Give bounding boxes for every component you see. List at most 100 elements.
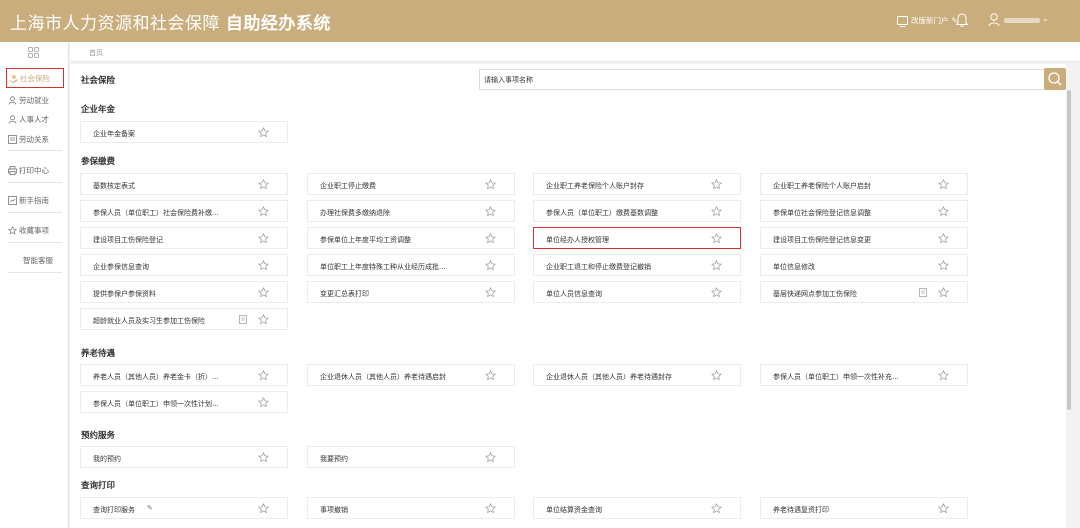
service-card[interactable]: 企业参保信息查询 [80,254,288,276]
service-card[interactable]: 参保人员（单位职工）申领一次性补充... [760,364,968,386]
service-card[interactable]: 企业退休人员（其他人员）养老待遇启封 [307,364,515,386]
user-name-masked[interactable] [1004,18,1040,23]
sidebar-divider [8,272,62,273]
search-input[interactable] [480,70,1045,89]
service-card[interactable]: 企业职工退工和停止缴费登记撤销 [533,254,741,276]
service-card-label: 企业退休人员（其他人员）养老待遇启封 [320,373,446,381]
service-card[interactable]: 超龄就业人员及实习生参加工伤保险 [80,308,288,330]
favorite-star-icon[interactable] [938,206,949,217]
service-card-label: 企业退休人员（其他人员）养老待遇封存 [546,373,672,381]
service-card[interactable]: 参保人员（单位职工）缴费基数调整 [533,200,741,222]
user-menu-caret[interactable]: ⌄ [1042,14,1049,23]
favorite-star-icon[interactable] [485,233,496,244]
favorite-star-icon[interactable] [485,370,496,381]
service-card[interactable]: 单位结算资金查询 [533,497,741,519]
section-title: 查询打印 [81,481,116,491]
service-card-label: 养老待遇复资打印 [773,506,829,514]
favorite-star-icon[interactable] [485,452,496,463]
sidebar-item-labor-relations[interactable]: 劳动关系 [8,132,64,146]
favorite-star-icon[interactable] [711,370,722,381]
service-card[interactable]: 建设项目工伤保险登记 [80,227,288,249]
new-portal-link[interactable]: 改版新门户 ✎ [897,15,958,27]
favorite-star-icon[interactable] [485,206,496,217]
service-card[interactable]: 单位人员信息查询 [533,281,741,303]
service-card[interactable]: 参保人员（单位职工）社会保险费补缴... [80,200,288,222]
breadcrumb-home[interactable]: 首页 [89,48,103,58]
breadcrumb: 首页 [70,42,1080,62]
service-card-label: 查询打印服务 [93,506,135,514]
favorite-star-icon[interactable] [711,179,722,190]
service-card[interactable]: 参保人员（单位职工）申领一次性计划... [80,391,288,413]
search-button[interactable] [1044,68,1066,90]
service-card[interactable]: 基数核定表式 [80,173,288,195]
favorite-star-icon[interactable] [258,206,269,217]
favorite-star-icon[interactable] [711,503,722,514]
favorite-star-icon[interactable] [711,206,722,217]
service-card-label: 变更汇总表打印 [320,290,369,298]
service-card[interactable]: 我的预约 [80,446,288,468]
favorite-star-icon[interactable] [258,179,269,190]
page-scrollbar[interactable] [1067,90,1071,410]
grid-icon[interactable] [28,47,39,58]
favorite-star-icon[interactable] [711,260,722,271]
favorite-star-icon[interactable] [258,314,269,325]
favorite-star-icon[interactable] [258,503,269,514]
service-card[interactable]: 单位经办人授权管理 [533,227,741,249]
service-card[interactable]: 企业职工养老保险个人账户封存 [533,173,741,195]
favorite-star-icon[interactable] [258,397,269,408]
service-card[interactable]: 建设项目工伤保险登记信息变更 [760,227,968,249]
service-card[interactable]: 企业年金备案 [80,121,288,143]
service-card-label: 单位信息修改 [773,263,815,271]
favorite-star-icon[interactable] [938,260,949,271]
service-card[interactable]: 变更汇总表打印 [307,281,515,303]
document-icon[interactable] [239,315,247,324]
favorite-star-icon[interactable] [258,127,269,138]
guide-icon [8,195,17,205]
favorite-star-icon[interactable] [258,233,269,244]
sidebar-item-employment[interactable]: 劳动就业 [8,93,64,107]
service-card[interactable]: 提供参保户参保资料 [80,281,288,303]
service-card-label: 建设项目工伤保险登记信息变更 [773,236,871,244]
service-card[interactable]: 企业职工停止缴费 [307,173,515,195]
service-card[interactable]: 企业职工养老保险个人账户启封 [760,173,968,195]
pencil-icon: ✎ [147,504,153,512]
favorite-star-icon[interactable] [258,260,269,271]
favorite-star-icon[interactable] [485,179,496,190]
favorite-star-icon[interactable] [258,370,269,381]
favorite-star-icon[interactable] [485,260,496,271]
service-card[interactable]: 办理社保费多缴纳退除 [307,200,515,222]
sidebar-item-personnel[interactable]: 人事人才 [8,112,64,126]
favorite-star-icon[interactable] [938,370,949,381]
favorite-star-icon[interactable] [938,233,949,244]
bell-icon[interactable] [955,12,969,28]
favorite-star-icon[interactable] [938,503,949,514]
favorite-star-icon[interactable] [485,503,496,514]
service-card[interactable]: 企业退休人员（其他人员）养老待遇封存 [533,364,741,386]
favorite-star-icon[interactable] [485,287,496,298]
sidebar-item-print-center[interactable]: 打印中心 [8,163,64,177]
service-card[interactable]: 查询打印服务 ✎ [80,497,288,519]
service-card[interactable]: 参保单位社会保险登记信息调整 [760,200,968,222]
service-card[interactable]: 基层快递网点参加工伤保险 [760,281,968,303]
sidebar-item-favorites[interactable]: 收藏事项 [8,223,64,237]
sidebar-item-guide[interactable]: 新手指南 [8,193,64,207]
service-card[interactable]: 养老待遇复资打印 [760,497,968,519]
favorite-star-icon[interactable] [938,287,949,298]
document-icon[interactable] [919,288,927,297]
service-card[interactable]: 单位职工上年度特殊工种从业经历成批... [307,254,515,276]
printer-icon [8,165,17,175]
favorite-star-icon[interactable] [258,287,269,298]
service-card[interactable]: 单位信息修改 [760,254,968,276]
service-card[interactable]: 事项撤销 [307,497,515,519]
service-card[interactable]: 参保单位上年度平均工资调整 [307,227,515,249]
service-card[interactable]: 我要预约 [307,446,515,468]
service-card[interactable]: 养老人员（其他人员）养老金卡（折）... [80,364,288,386]
service-card-label: 建设项目工伤保险登记 [93,236,163,244]
service-card-label: 参保单位上年度平均工资调整 [320,236,411,244]
user-icon[interactable] [988,12,1002,28]
favorite-star-icon[interactable] [711,287,722,298]
favorite-star-icon[interactable] [711,233,722,244]
favorite-star-icon[interactable] [938,179,949,190]
sidebar-item-social-insurance[interactable]: 社会保险 [6,68,64,88]
favorite-star-icon[interactable] [258,452,269,463]
